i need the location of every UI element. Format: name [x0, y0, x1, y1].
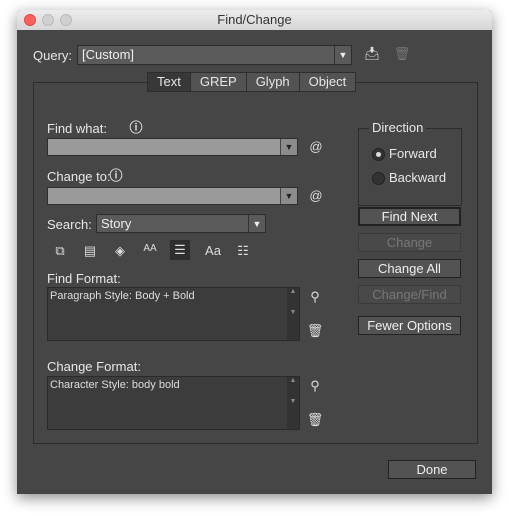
include-footnotes-icon[interactable]: ☰	[170, 240, 190, 260]
find-format-value: Paragraph Style: Body + Bold	[50, 290, 195, 302]
special-characters-icon[interactable]: @	[306, 188, 326, 203]
backward-label: Backward	[389, 170, 447, 185]
search-value: Story	[101, 216, 132, 231]
done-button[interactable]: Done	[388, 460, 476, 479]
change-format-value: Character Style: body bold	[50, 379, 180, 391]
query-label: Query:	[33, 48, 73, 63]
find-what-label: Find what:	[47, 121, 107, 136]
change-find-button[interactable]: Change/Find	[358, 285, 461, 304]
close-button[interactable]	[24, 14, 36, 26]
minimize-button[interactable]	[42, 14, 54, 26]
query-value: [Custom]	[82, 47, 135, 62]
include-master-pages-icon[interactable]: AA	[140, 243, 160, 254]
tab-grep[interactable]: GREP	[189, 73, 246, 91]
fewer-options-button[interactable]: Fewer Options	[358, 316, 461, 335]
search-label: Search:	[47, 217, 92, 232]
zoom-button[interactable]	[60, 14, 72, 26]
search-dropdown[interactable]: Story ▼	[96, 214, 266, 233]
change-to-label: Change to:	[47, 169, 111, 184]
specify-change-format-icon[interactable]: ⚲	[305, 378, 325, 394]
include-hidden-layers-icon[interactable]: ◈	[110, 243, 130, 259]
include-locked-layers-icon[interactable]: ⧉	[50, 243, 70, 259]
info-icon: ⓘ	[129, 120, 143, 135]
backward-radio[interactable]	[372, 172, 385, 185]
tab-glyph[interactable]: Glyph	[245, 73, 299, 91]
chevron-down-icon: ▼	[248, 215, 265, 232]
chevron-down-icon: ▼	[334, 46, 351, 64]
delete-query-icon[interactable]: 🗑︎	[392, 46, 412, 62]
forward-radio[interactable]	[372, 148, 385, 161]
info-icon: ⓘ	[109, 168, 123, 183]
clear-find-format-icon[interactable]: 🗑︎	[305, 323, 325, 339]
include-locked-stories-icon[interactable]: ▤	[80, 243, 100, 259]
change-all-button[interactable]: Change All	[358, 259, 461, 278]
find-change-dialog: Find/Change Query: [Custom] ▼ 📥︎ 🗑︎ Find …	[17, 10, 492, 494]
query-dropdown[interactable]: [Custom] ▼	[77, 45, 352, 65]
case-sensitive-icon[interactable]: Aa	[203, 243, 223, 258]
save-query-icon[interactable]: 📥︎	[362, 46, 382, 62]
forward-label: Forward	[389, 146, 437, 161]
change-to-input[interactable]: ▼	[47, 187, 298, 205]
direction-group: Direction Forward Backward	[358, 120, 462, 206]
window-title: Find/Change	[217, 12, 292, 27]
tab-text[interactable]: Text	[148, 73, 190, 91]
special-characters-icon[interactable]: @	[306, 139, 326, 154]
scrollbar[interactable]: ▲ ▼	[287, 377, 299, 429]
chevron-down-icon[interactable]: ▼	[280, 188, 297, 204]
clear-change-format-icon[interactable]: 🗑︎	[305, 412, 325, 428]
tab-bar: Text GREP Glyph Object	[147, 72, 357, 92]
change-format-label: Change Format:	[47, 359, 141, 374]
find-format-box[interactable]: Paragraph Style: Body + Bold ▲ ▼	[47, 287, 300, 341]
change-button[interactable]: Change	[358, 233, 461, 252]
whole-word-icon[interactable]: ☷	[233, 243, 253, 259]
title-bar: Find/Change	[17, 10, 492, 30]
change-format-box[interactable]: Character Style: body bold ▲ ▼	[47, 376, 300, 430]
direction-label: Direction	[369, 120, 427, 135]
find-what-input[interactable]: ▼	[47, 138, 298, 156]
chevron-down-icon[interactable]: ▼	[280, 139, 297, 155]
tab-object[interactable]: Object	[298, 73, 356, 91]
find-next-button[interactable]: Find Next	[358, 207, 461, 226]
scrollbar[interactable]: ▲ ▼	[287, 288, 299, 340]
specify-find-format-icon[interactable]: ⚲	[305, 289, 325, 305]
find-format-label: Find Format:	[47, 271, 121, 286]
